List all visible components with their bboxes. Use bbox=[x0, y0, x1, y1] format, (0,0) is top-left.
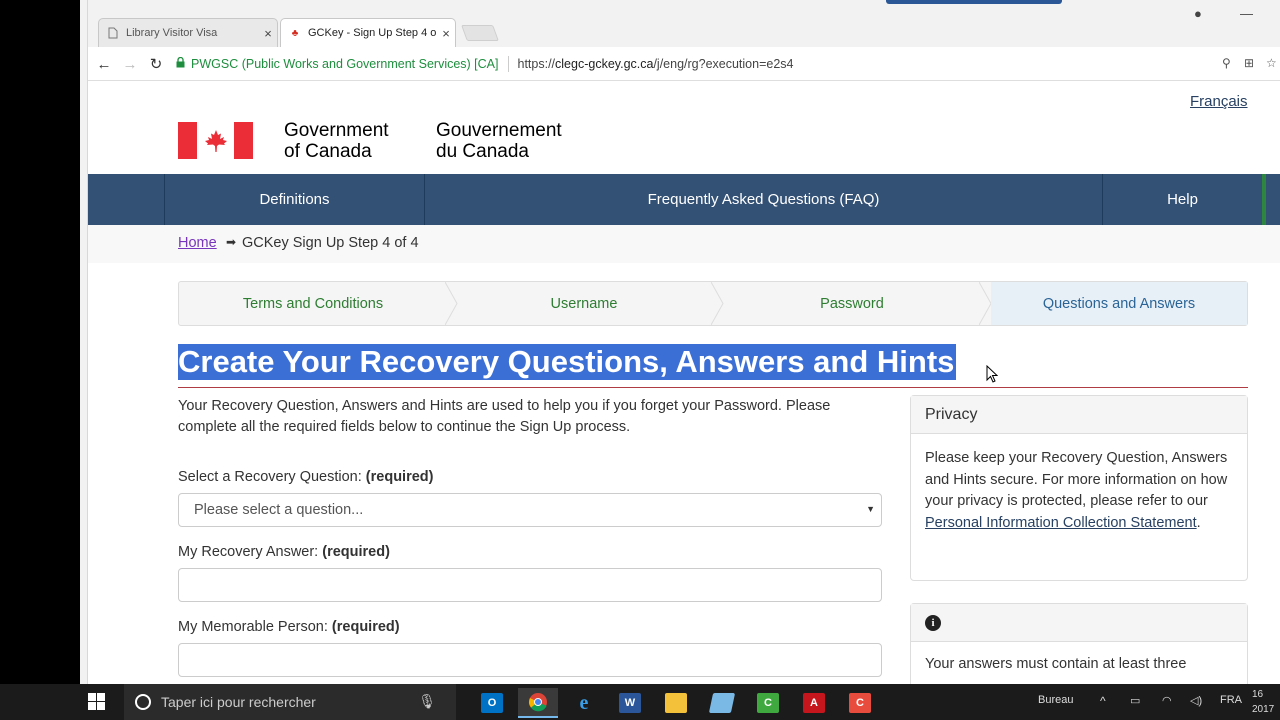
maple-leaf-icon bbox=[204, 129, 227, 152]
file-explorer-icon[interactable] bbox=[656, 688, 696, 718]
page-icon bbox=[107, 27, 119, 39]
step-questions-answers: Questions and Answers bbox=[991, 282, 1247, 325]
forward-button[interactable]: → bbox=[120, 54, 140, 74]
windows-start-icon[interactable] bbox=[88, 693, 106, 711]
url-text: https://clegc-gckey.gc.ca/j/eng/rg?execu… bbox=[517, 57, 794, 71]
search-placeholder: Taper ici pour rechercher bbox=[161, 694, 316, 710]
tab-label: Library Visitor Visa bbox=[126, 27, 218, 39]
omnibox-separator bbox=[507, 56, 509, 72]
signature-english: Government of Canada bbox=[284, 120, 389, 162]
signature-french: Gouvernement du Canada bbox=[436, 120, 562, 162]
desktop-background bbox=[0, 0, 80, 684]
back-button[interactable]: ← bbox=[94, 54, 114, 74]
minimize-icon[interactable]: — bbox=[1240, 6, 1253, 21]
language-indicator[interactable]: FRA bbox=[1220, 694, 1242, 706]
reload-button[interactable]: ↻ bbox=[146, 54, 166, 74]
step-divider bbox=[711, 282, 724, 325]
step-terms: Terms and Conditions bbox=[242, 295, 384, 312]
privacy-panel: Privacy Please keep your Recovery Questi… bbox=[910, 395, 1248, 581]
info-panel-body: Your answers must contain at least three bbox=[925, 656, 1187, 672]
recovery-answer-input[interactable] bbox=[178, 568, 882, 602]
title-underline bbox=[178, 387, 1248, 388]
outlook-icon[interactable]: O bbox=[472, 688, 512, 718]
tab-label: GCKey - Sign Up Step 4 o bbox=[308, 27, 437, 39]
location-pin-icon[interactable]: ⚲ bbox=[1222, 56, 1231, 70]
breadcrumb-home-link[interactable]: Home bbox=[178, 235, 217, 251]
screen: Library Visitor Visa × ♣ GCKey - Sign Up… bbox=[0, 0, 1280, 720]
ev-certificate-label: PWGSC (Public Works and Government Servi… bbox=[191, 57, 499, 71]
microphone-icon[interactable]: 🎙 bbox=[418, 693, 436, 710]
canada-flag-logo bbox=[178, 122, 253, 159]
desktop-toolbar-label[interactable]: Bureau bbox=[1038, 694, 1073, 706]
step-password: Password bbox=[820, 295, 884, 312]
window-highlight bbox=[886, 0, 1062, 4]
breadcrumb-current: GCKey Sign Up Step 4 of 4 bbox=[242, 235, 419, 251]
arrow-right-icon: ➡ bbox=[226, 235, 237, 249]
clock[interactable]: 16 2017 bbox=[1252, 687, 1274, 717]
camtasia-icon[interactable]: C bbox=[748, 688, 788, 718]
close-icon[interactable]: × bbox=[259, 26, 277, 41]
cortana-icon bbox=[135, 694, 151, 710]
step-username: Username bbox=[550, 295, 618, 312]
chrome-icon[interactable] bbox=[518, 688, 558, 718]
mouse-cursor-icon bbox=[986, 364, 999, 388]
recovery-question-select[interactable]: Please select a question... ▼ bbox=[178, 493, 882, 527]
windows-taskbar: Taper ici pour rechercher 🎙 O e W C A C … bbox=[0, 684, 1280, 720]
profile-icon[interactable]: ● bbox=[1194, 6, 1202, 21]
taskbar-search-box[interactable]: Taper ici pour rechercher 🎙 bbox=[124, 684, 456, 720]
menu-item-definitions[interactable]: Definitions bbox=[164, 174, 424, 225]
personal-info-statement-link[interactable]: Personal Information Collection Statemen… bbox=[925, 515, 1197, 531]
progress-steps: Terms and Conditions Username Password Q… bbox=[178, 281, 1248, 326]
translate-icon[interactable]: ⊞ bbox=[1244, 56, 1254, 70]
wifi-icon[interactable]: ◠ bbox=[1162, 694, 1172, 707]
memorable-person-input[interactable] bbox=[178, 643, 882, 677]
page-title: Create Your Recovery Questions, Answers … bbox=[178, 344, 957, 380]
tab-library-visitor-visa[interactable]: Library Visitor Visa × bbox=[98, 18, 278, 47]
network-icon[interactable]: ▭ bbox=[1130, 694, 1140, 707]
recorder-icon[interactable]: C bbox=[840, 688, 880, 718]
volume-icon[interactable]: ◁) bbox=[1190, 694, 1202, 707]
browser-window: Library Visitor Visa × ♣ GCKey - Sign Up… bbox=[88, 0, 1280, 684]
maple-leaf-icon: ♣ bbox=[291, 27, 299, 39]
recovery-question-label: Select a Recovery Question: (required) bbox=[178, 469, 434, 485]
notepad-icon[interactable] bbox=[702, 688, 742, 718]
window-edge bbox=[80, 0, 88, 684]
close-icon[interactable]: × bbox=[437, 26, 455, 41]
lock-icon bbox=[176, 56, 185, 71]
recovery-answer-label: My Recovery Answer: (required) bbox=[178, 544, 390, 560]
menu-item-faq[interactable]: Frequently Asked Questions (FAQ) bbox=[424, 174, 1102, 225]
info-panel: i Your answers must contain at least thr… bbox=[910, 603, 1248, 684]
privacy-panel-body: Please keep your Recovery Question, Answ… bbox=[925, 450, 1228, 531]
bookmark-star-icon[interactable]: ☆ bbox=[1266, 56, 1277, 70]
menu-accent-bar bbox=[1262, 174, 1266, 225]
word-icon[interactable]: W bbox=[610, 688, 650, 718]
address-bar[interactable]: PWGSC (Public Works and Government Servi… bbox=[174, 52, 1274, 76]
privacy-panel-title: Privacy bbox=[911, 396, 1247, 434]
browser-toolbar: ← → ↻ PWGSC (Public Works and Government… bbox=[88, 47, 1280, 81]
edge-icon[interactable]: e bbox=[564, 688, 604, 718]
memorable-person-label: My Memorable Person: (required) bbox=[178, 619, 400, 635]
web-page: Français Government of Canada Gouverneme… bbox=[88, 81, 1280, 684]
language-toggle-link[interactable]: Français bbox=[1190, 93, 1248, 110]
intro-text: Your Recovery Question, Answers and Hint… bbox=[178, 398, 831, 435]
tab-gckey[interactable]: ♣ GCKey - Sign Up Step 4 o × bbox=[280, 18, 456, 47]
info-icon: i bbox=[925, 614, 941, 631]
tab-strip: Library Visitor Visa × ♣ GCKey - Sign Up… bbox=[88, 0, 1280, 47]
new-tab-button[interactable] bbox=[461, 25, 499, 41]
dropdown-arrow-icon: ▼ bbox=[866, 504, 875, 514]
acrobat-icon[interactable]: A bbox=[794, 688, 834, 718]
main-menu: Definitions Frequently Asked Questions (… bbox=[88, 174, 1280, 225]
info-panel-header: i bbox=[911, 604, 1247, 642]
breadcrumb: Home ➡ GCKey Sign Up Step 4 of 4 bbox=[88, 225, 1280, 263]
menu-item-help[interactable]: Help bbox=[1102, 174, 1262, 225]
tray-expand-icon[interactable]: ^ bbox=[1100, 694, 1106, 708]
